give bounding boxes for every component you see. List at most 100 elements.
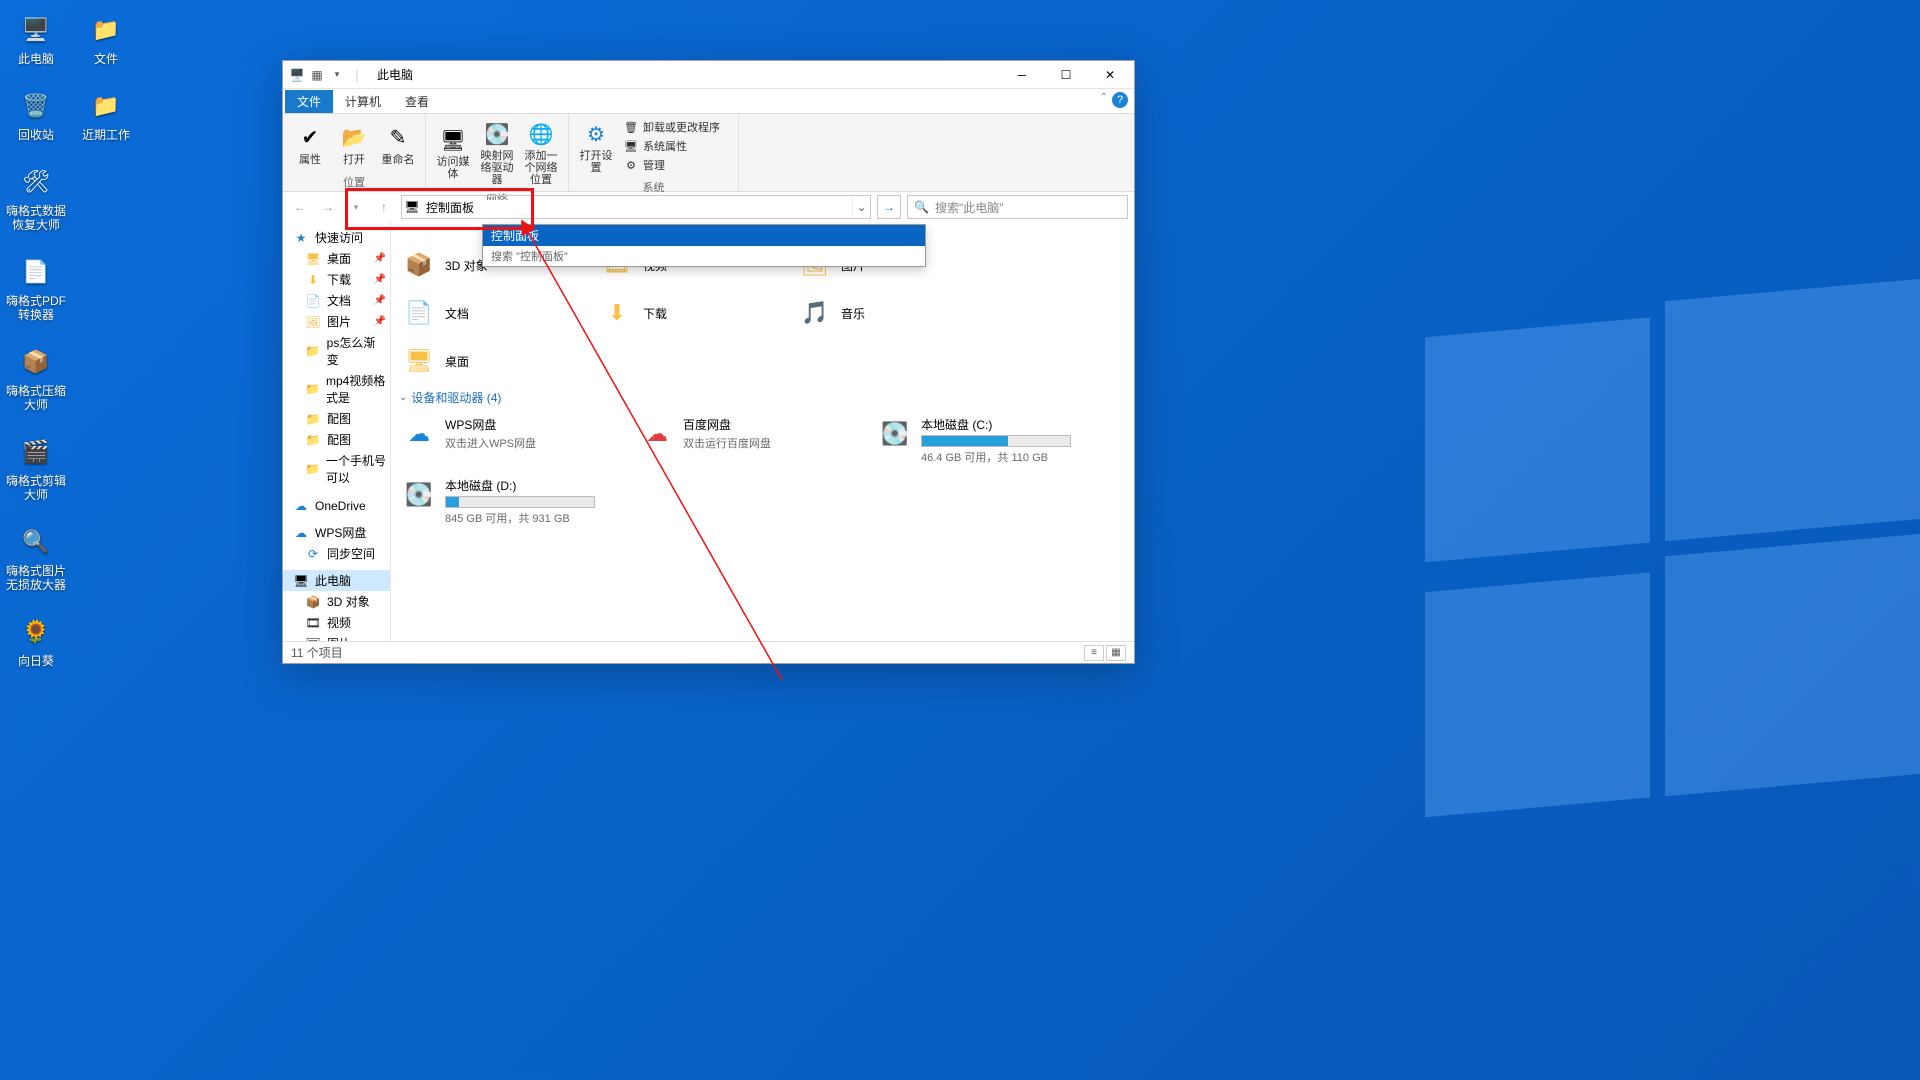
address-dropdown-button[interactable]: ⌄ [852, 196, 870, 218]
nav-qa-item[interactable]: 📁mp4视频格式是 [283, 370, 390, 408]
app5-icon[interactable]: 🔍嗨格式图片无损放大器 [6, 522, 66, 592]
up-button[interactable]: ↑ [373, 196, 395, 218]
titlebar[interactable]: 🖥️ ▦ ▾ | 此电脑 ─ ☐ ✕ [283, 61, 1134, 89]
ribbon-media[interactable]: 🖥访问媒体 [432, 124, 474, 180]
maximize-button[interactable]: ☐ [1044, 61, 1088, 89]
address-bar[interactable]: 🖥 ⌄ 控制面板搜索 "控制面板" [401, 195, 871, 219]
qat-sep: | [349, 67, 365, 83]
icons-view-button[interactable]: ▦ [1106, 645, 1126, 661]
add-netloc-icon: 🌐 [525, 118, 557, 150]
minimize-button[interactable]: ─ [1000, 61, 1044, 89]
ribbon-map-drive[interactable]: 💽映射网络驱动器 [476, 118, 518, 186]
recycle-icon[interactable]: 🗑️回收站 [6, 86, 66, 142]
wps-drive[interactable]: ☁WPS网盘双击进入WPS网盘 [397, 412, 627, 469]
nav-qa-item[interactable]: 📁配图 [283, 429, 390, 450]
app6-icon[interactable]: 🌻向日葵 [6, 612, 66, 668]
tab-computer[interactable]: 计算机 [333, 90, 393, 113]
desktop-icon-label: 嗨格式数据恢复大师 [6, 204, 66, 232]
app2-icon[interactable]: 📄嗨格式PDF转换器 [6, 252, 66, 322]
nav-quick-access[interactable]: ★ 快速访问 [283, 227, 390, 248]
tab-file[interactable]: 文件 [285, 90, 333, 113]
ribbon-open[interactable]: 📂打开 [333, 122, 375, 166]
desktop: 🖥️此电脑 🗑️回收站 🛠嗨格式数据恢复大师 📄嗨格式PDF转换器 📦嗨格式压缩大师 🎬嗨… [0, 0, 142, 678]
search-icon: 🔍 [914, 200, 929, 214]
folder-icon: 📁 [305, 381, 320, 397]
app1-icon-glyph: 🛠 [16, 162, 56, 202]
folder-desktop[interactable]: 🖥桌面 [397, 339, 587, 383]
ribbon-properties[interactable]: ✔属性 [289, 122, 331, 166]
pin-icon: 📌 [374, 253, 386, 264]
nav-qa-item[interactable]: 📁一个手机号可以 [283, 450, 390, 488]
search-box[interactable]: 🔍 搜索"此电脑" [907, 195, 1128, 219]
content-pane[interactable]: 📦3D 对象🎞视频🖼图片📄文档⬇下载🎵音乐🖥桌面 ⌄ 设备和驱动器 (4) ☁W… [391, 221, 1134, 641]
nav-onedrive[interactable]: ☁ OneDrive [283, 496, 390, 516]
nav-thispc[interactable]: 🖥 此电脑 [283, 570, 390, 591]
ribbon-manage[interactable]: ⚙管理 [619, 156, 724, 174]
sync-icon: ⟳ [305, 546, 321, 562]
app3-icon[interactable]: 📦嗨格式压缩大师 [6, 342, 66, 412]
ribbon-sys-props[interactable]: 🖥系统属性 [619, 137, 724, 155]
ribbon-uninstall[interactable]: 🗑卸载或更改程序 [619, 118, 724, 136]
monitor-icon: 🖥 [402, 200, 422, 214]
nav-qa-item[interactable]: ⬇下载📌 [283, 269, 390, 290]
nav-pc-item[interactable]: 🎞视频 [283, 612, 390, 633]
qat-doc-icon[interactable]: ▦ [309, 67, 325, 83]
nav-qa-item[interactable]: 📄文档📌 [283, 290, 390, 311]
drive-icon: ☁ [401, 416, 437, 452]
folder-music[interactable]: 🎵音乐 [793, 291, 983, 335]
folder-icon: ⬇ [305, 272, 321, 288]
address-suggestion[interactable]: 搜索 "控制面板" [483, 246, 925, 266]
address-input[interactable] [422, 200, 852, 214]
properties-icon: ✔ [294, 122, 326, 154]
ribbon-rename[interactable]: ✎重命名 [377, 122, 419, 166]
folder-icon: 📦 [401, 247, 437, 283]
forward-button[interactable]: → [317, 196, 339, 218]
nav-qa-item[interactable]: 📁配图 [283, 408, 390, 429]
ribbon-add-netloc[interactable]: 🌐添加一个网络位置 [520, 118, 562, 186]
nav-qa-item[interactable]: 🖼图片📌 [283, 311, 390, 332]
ribbon: ✔属性📂打开✎重命名 位置 🖥访问媒体💽映射网络驱动器🌐添加一个网络位置 网络 … [283, 114, 1134, 192]
pc-icon[interactable]: 🖥️此电脑 [6, 10, 66, 66]
recycle-icon-glyph: 🗑️ [16, 86, 56, 126]
app4-icon[interactable]: 🎬嗨格式剪辑大师 [6, 432, 66, 502]
recent-locations-button[interactable]: ▾ [345, 196, 367, 218]
address-suggestion[interactable]: 控制面板 [483, 225, 925, 246]
navigation-pane[interactable]: ★ 快速访问 🖥桌面📌⬇下载📌📄文档📌🖼图片📌📁ps怎么渐变📁mp4视频格式是📁… [283, 221, 391, 641]
folder-downloads[interactable]: ⬇下载 [595, 291, 785, 335]
folder-documents[interactable]: 📄文档 [397, 291, 587, 335]
nav-qa-item[interactable]: 🖥桌面📌 [283, 248, 390, 269]
recent-work-icon[interactable]: 📁近期工作 [76, 86, 136, 142]
collapse-ribbon-icon[interactable]: ⌃ [1100, 92, 1108, 108]
nav-sync[interactable]: ⟳ 同步空间 [283, 543, 390, 564]
pc-icon-glyph: 🖥️ [16, 10, 56, 50]
status-bar: 11 个项目 ≡ ▦ [283, 641, 1134, 663]
baidu-drive[interactable]: ☁百度网盘双击运行百度网盘 [635, 412, 865, 469]
window-title: 此电脑 [377, 66, 413, 83]
recent-work-icon-glyph: 📁 [86, 86, 126, 126]
app1-icon[interactable]: 🛠嗨格式数据恢复大师 [6, 162, 66, 232]
file-icon[interactable]: 📁文件 [76, 10, 136, 66]
ribbon-open-settings[interactable]: ⚙ 打开设置 [575, 118, 617, 174]
d-drive[interactable]: 💽本地磁盘 (D:)845 GB 可用，共 931 GB [397, 473, 627, 530]
drives-header[interactable]: ⌄ 设备和驱动器 (4) [397, 383, 1128, 412]
sys-props-icon: 🖥 [623, 138, 639, 154]
nav-pc-item[interactable]: 🖼图片 [283, 633, 390, 641]
details-view-button[interactable]: ≡ [1084, 645, 1104, 661]
file-explorer-window: 🖥️ ▦ ▾ | 此电脑 ─ ☐ ✕ 文件 计算机 查看 ⌃ ? ✔属性📂打开✎… [282, 60, 1135, 664]
desktop-icon-label: 嗨格式压缩大师 [6, 384, 66, 412]
nav-qa-item[interactable]: 📁ps怎么渐变 [283, 332, 390, 370]
app2-icon-glyph: 📄 [16, 252, 56, 292]
go-button[interactable]: → [877, 195, 901, 219]
ribbon-tabs: 文件 计算机 查看 ⌃ ? [283, 89, 1134, 113]
folder-icon: 🖥 [305, 251, 321, 267]
nav-wps[interactable]: ☁ WPS网盘 [283, 522, 390, 543]
drive-icon: 💽 [877, 416, 913, 452]
tab-view[interactable]: 查看 [393, 90, 441, 113]
nav-pc-item[interactable]: 📦3D 对象 [283, 591, 390, 612]
back-button[interactable]: ← [289, 196, 311, 218]
qat-dropdown-icon[interactable]: ▾ [329, 67, 345, 83]
help-icon[interactable]: ? [1112, 92, 1128, 108]
c-drive[interactable]: 💽本地磁盘 (C:)46.4 GB 可用，共 110 GB [873, 412, 1103, 469]
close-button[interactable]: ✕ [1088, 61, 1132, 89]
folder-icon: 📁 [305, 343, 321, 359]
